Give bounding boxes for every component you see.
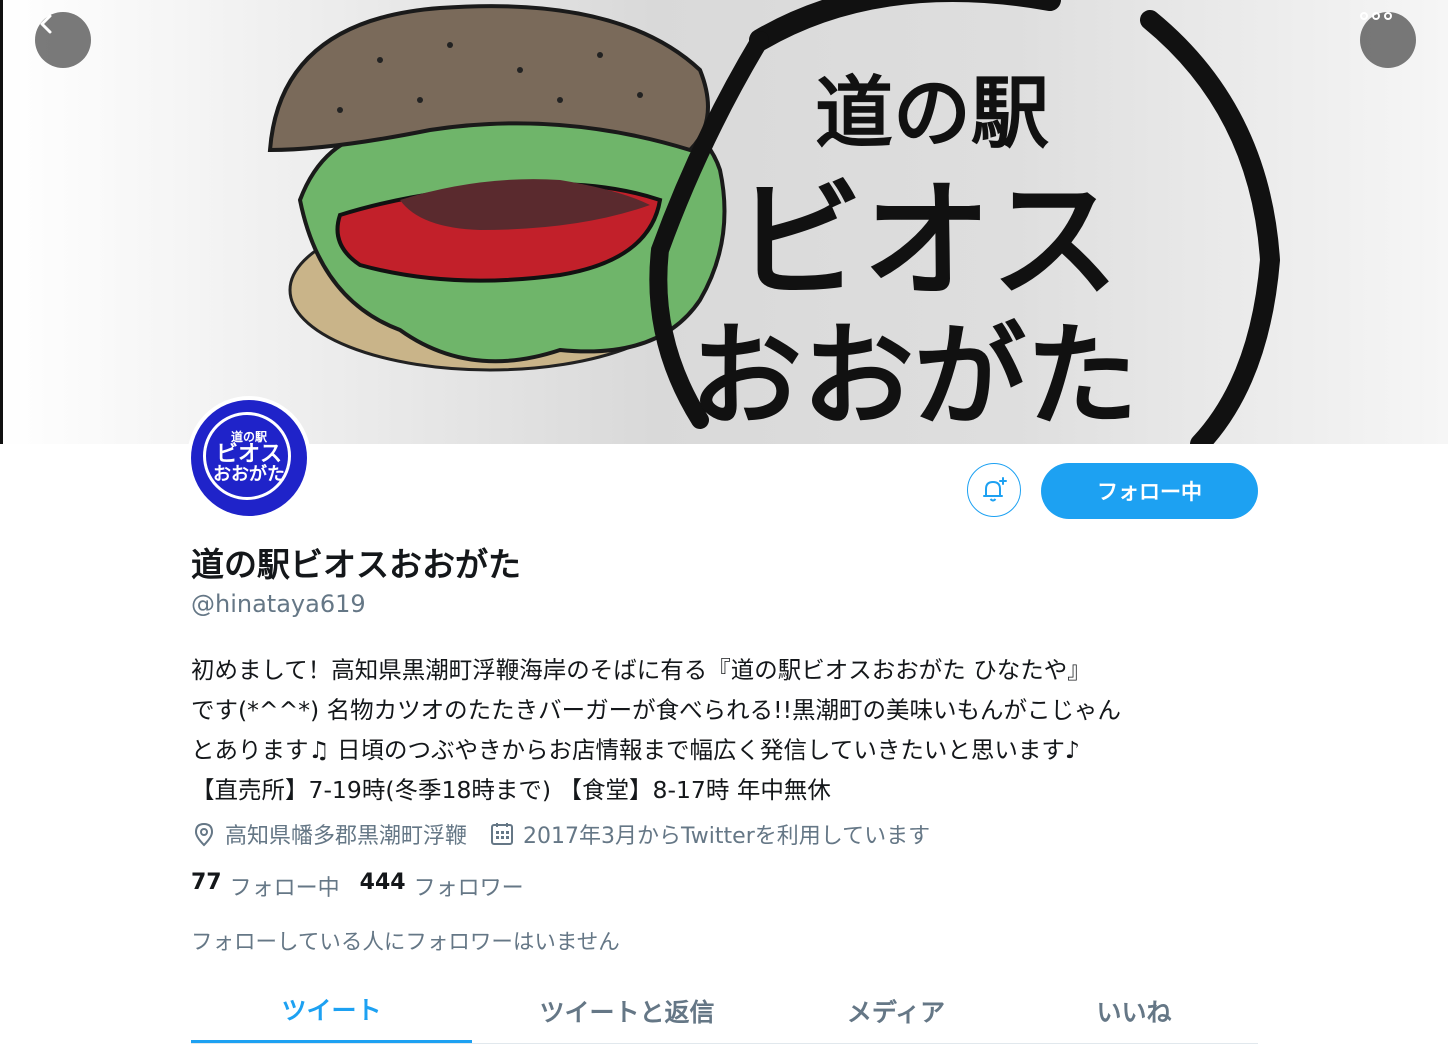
profile-joined: 2017年3月からTwitterを利用しています [489, 818, 930, 850]
more-horizontal-icon [1360, 12, 1392, 20]
notifications-button[interactable] [967, 463, 1021, 517]
tab-likes[interactable]: いいね [1010, 978, 1258, 1044]
tab-media[interactable]: メディア [782, 978, 1010, 1044]
location-pin-icon [194, 822, 214, 847]
profile-stats: 77 フォロー中 444 フォロワー [191, 870, 544, 902]
banner-logo-line3: おおがた [690, 311, 1138, 442]
avatar-logo-line3: おおがた [213, 464, 285, 486]
joined-text: 2017年3月からTwitterを利用しています [523, 824, 931, 849]
profile-meta: 高知県幡多郡黒潮町浮鞭 2017年3月からTwitterを利用しています [191, 818, 952, 850]
back-button[interactable] [35, 12, 91, 68]
profile-avatar[interactable]: 道の駅 ビオス おおがた [187, 396, 311, 520]
chevron-left-icon [40, 14, 52, 34]
bio-line: です(*^^*) 名物カツオのたたきバーガーが食べられる!!黒潮町の美味いもんが… [191, 696, 1122, 724]
mutual-followers-note: フォローしている人にフォロワーはいません [191, 930, 620, 955]
followers-count[interactable]: 444 [360, 870, 406, 902]
followers-label[interactable]: フォロワー [414, 870, 524, 902]
bell-plus-icon [983, 477, 1007, 502]
profile-bio: 初めまして！高知県黒潮町浮鞭海岸のそばに有る『道の駅ビオスおおがた ひなたや』 … [191, 650, 1271, 810]
bio-line: 【直売所】7-19時(冬季18時まで) 【食堂】8-17時 年中無休 [191, 776, 831, 804]
following-count[interactable]: 77 [191, 870, 222, 902]
avatar-logo-line2: ビオス [215, 442, 282, 468]
profile-tabs: ツイート ツイートと返信 メディア いいね [191, 978, 1258, 1044]
following-button[interactable]: フォロー中 [1041, 463, 1258, 519]
avatar-image: 道の駅 ビオス おおがた [191, 400, 307, 516]
bio-line: 初めまして！高知県黒潮町浮鞭海岸のそばに有る『道の駅ビオスおおがた ひなたや』 [191, 656, 1091, 684]
following-label[interactable]: フォロー中 [230, 870, 340, 902]
calendar-icon [491, 823, 514, 845]
location-text: 高知県幡多郡黒潮町浮鞭 [225, 824, 468, 849]
profile-location: 高知県幡多郡黒潮町浮鞭 [191, 818, 467, 850]
tab-tweets[interactable]: ツイート [191, 978, 472, 1044]
banner-logo-line1: 道の駅 [815, 68, 1049, 159]
banner-logo-line2: ビオス [735, 167, 1119, 316]
banner-illustration: 道の駅 ビオス おおがた [267, 0, 1281, 444]
header-banner: 道の駅 ビオス おおがた [0, 0, 1448, 444]
bio-line: とあります♫ 日頃のつぶやきからお店情報まで幅広く発信していきたいと思います♪ [191, 736, 1080, 764]
profile-handle: @hinataya619 [191, 590, 366, 618]
profile-name: 道の駅ビオスおおがた [191, 545, 521, 584]
tabs-divider [191, 1043, 1258, 1044]
avatar-logo: 道の駅 ビオス おおがた [213, 431, 285, 486]
more-options-button[interactable] [1360, 12, 1416, 68]
tab-tweets-and-replies[interactable]: ツイートと返信 [472, 978, 782, 1044]
